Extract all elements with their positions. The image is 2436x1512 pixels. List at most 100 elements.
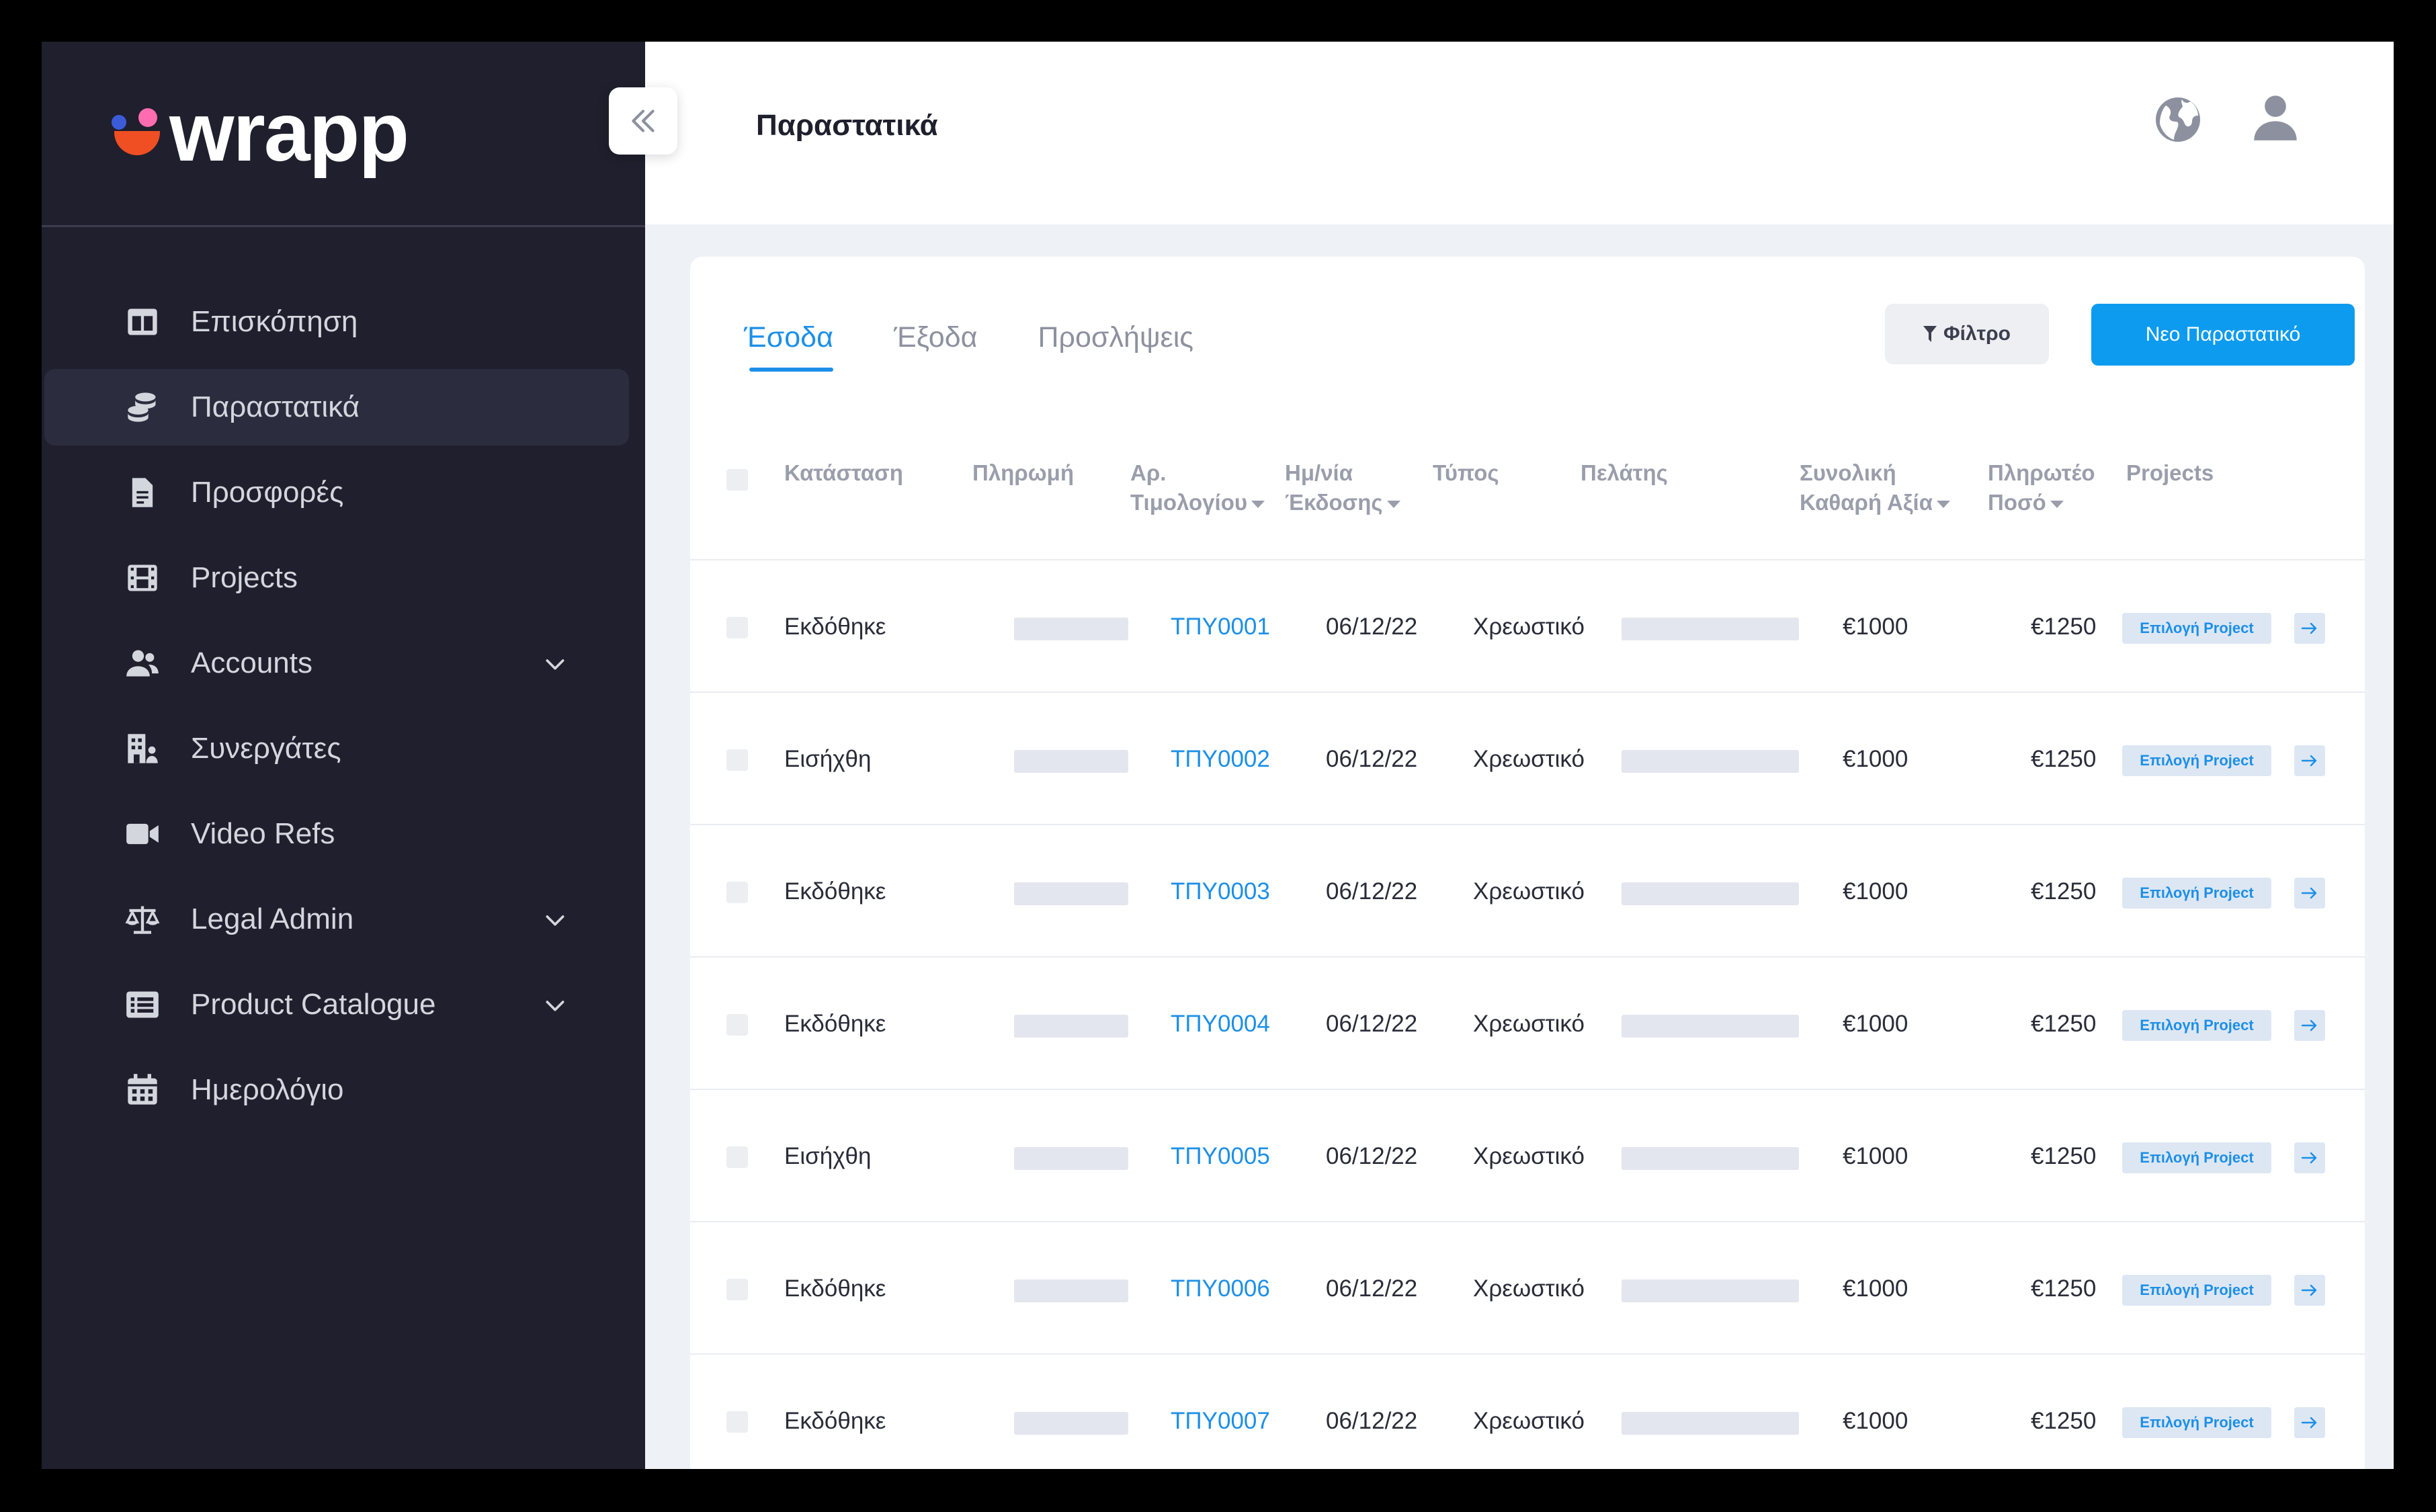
- row-checkbox[interactable]: [726, 1014, 748, 1036]
- sidebar-item-partners[interactable]: Συνεργάτες: [44, 710, 629, 787]
- header-client[interactable]: Πελάτης: [1581, 458, 1668, 488]
- filter-button[interactable]: Φίλτρο: [1885, 304, 2049, 364]
- chevron-down-icon[interactable]: [542, 907, 569, 933]
- payment-placeholder: [1014, 1279, 1128, 1302]
- caret-down-icon: [1386, 500, 1400, 508]
- wrapp-logo[interactable]: wrapp: [109, 89, 485, 176]
- row-status: Εκδόθηκε: [784, 614, 886, 640]
- sidebar-item-calendar[interactable]: Ημερολόγιο: [44, 1052, 629, 1128]
- payment-placeholder: [1014, 1147, 1128, 1170]
- layout-icon: [125, 304, 160, 339]
- sidebar-item-overview[interactable]: Επισκόπηση: [44, 284, 629, 360]
- client-placeholder: [1622, 1147, 1799, 1170]
- invoice-link[interactable]: ΤΠΥ0006: [1171, 1222, 1270, 1355]
- sidebar-item-documents[interactable]: Παραστατικά: [44, 369, 629, 446]
- sidebar-item-label: Ημερολόγιο: [191, 1073, 344, 1106]
- open-row-button[interactable]: [2294, 1142, 2325, 1173]
- row-type: Χρεωστικό: [1473, 1011, 1585, 1037]
- row-date: 06/12/22: [1326, 1275, 1418, 1302]
- table-row[interactable]: Εκδόθηκε ΤΠΥ0007 06/12/22 Χρεωστικό €100…: [690, 1355, 2365, 1469]
- document-icon: [125, 475, 160, 510]
- collapse-sidebar-button[interactable]: [609, 87, 677, 155]
- header-invoice-number[interactable]: Αρ. Τιμολογίου: [1130, 458, 1265, 517]
- select-project-button[interactable]: Επιλογή Project: [2122, 1142, 2271, 1173]
- client-placeholder: [1622, 618, 1799, 640]
- sidebar-item-accounts[interactable]: Accounts: [44, 625, 629, 702]
- select-all-checkbox[interactable]: [726, 469, 748, 491]
- sidebar-item-video-refs[interactable]: Video Refs: [44, 796, 629, 872]
- row-type: Χρεωστικό: [1473, 1408, 1585, 1434]
- invoice-link[interactable]: ΤΠΥ0001: [1171, 560, 1270, 693]
- row-net-total: €1000: [1843, 614, 1908, 640]
- row-checkbox[interactable]: [726, 1279, 748, 1300]
- sidebar-item-label: Παραστατικά: [191, 390, 360, 423]
- invoice-link[interactable]: ΤΠΥ0007: [1171, 1355, 1270, 1469]
- open-row-button[interactable]: [2294, 1010, 2325, 1041]
- chevron-down-icon[interactable]: [542, 992, 569, 1019]
- header-payable[interactable]: Πληρωτέο Ποσό: [1988, 458, 2095, 517]
- open-row-button[interactable]: [2294, 1275, 2325, 1306]
- row-date: 06/12/22: [1326, 878, 1418, 905]
- header-status[interactable]: Κατάσταση: [784, 458, 903, 488]
- header-payment[interactable]: Πληρωμή: [972, 458, 1074, 488]
- sidebar: wrapp Επισκόπηση Παραστατικά Προσφορές P…: [42, 42, 645, 1469]
- row-checkbox[interactable]: [726, 1411, 748, 1433]
- select-project-button[interactable]: Επιλογή Project: [2122, 613, 2271, 644]
- invoice-link[interactable]: ΤΠΥ0005: [1171, 1090, 1270, 1222]
- row-checkbox[interactable]: [726, 617, 748, 638]
- table-row[interactable]: Εισήχθη ΤΠΥ0005 06/12/22 Χρεωστικό €1000…: [690, 1090, 2365, 1222]
- select-project-button[interactable]: Επιλογή Project: [2122, 1275, 2271, 1306]
- row-status: Εκδόθηκε: [784, 878, 886, 905]
- sidebar-item-product-catalogue[interactable]: Product Catalogue: [44, 966, 629, 1043]
- sidebar-item-offers[interactable]: Προσφορές: [44, 454, 629, 531]
- open-row-button[interactable]: [2294, 613, 2325, 644]
- invoice-link[interactable]: ΤΠΥ0002: [1171, 693, 1270, 825]
- row-net-total: €1000: [1843, 1275, 1908, 1302]
- header-net-total[interactable]: Συνολική Καθαρή Αξία: [1800, 458, 1950, 517]
- row-checkbox[interactable]: [726, 882, 748, 903]
- invoice-link[interactable]: ΤΠΥ0004: [1171, 958, 1270, 1090]
- scale-icon: [125, 902, 160, 937]
- row-type: Χρεωστικό: [1473, 1275, 1585, 1302]
- new-document-button[interactable]: Νεο Παραστατικό: [2091, 304, 2355, 366]
- select-project-button[interactable]: Επιλογή Project: [2122, 878, 2271, 909]
- tab-hires[interactable]: Προσλήψεις: [1038, 317, 1193, 378]
- row-checkbox[interactable]: [726, 749, 748, 771]
- header-issue-date[interactable]: Ημ/νία Έκδοσης: [1285, 458, 1400, 517]
- header-type[interactable]: Τύπος: [1433, 458, 1499, 488]
- row-date: 06/12/22: [1326, 1143, 1418, 1169]
- header-projects[interactable]: Projects: [2126, 458, 2214, 488]
- open-row-button[interactable]: [2294, 745, 2325, 776]
- chevron-down-icon[interactable]: [542, 650, 569, 677]
- table-row[interactable]: Εκδόθηκε ΤΠΥ0006 06/12/22 Χρεωστικό €100…: [690, 1222, 2365, 1355]
- invoice-link[interactable]: ΤΠΥ0003: [1171, 825, 1270, 958]
- documents-card: Έσοδα Έξοδα Προσλήψεις Φίλτρο Νεο Παραστ…: [690, 257, 2365, 1469]
- select-project-button[interactable]: Επιλογή Project: [2122, 1407, 2271, 1438]
- select-project-button[interactable]: Επιλογή Project: [2122, 1010, 2271, 1041]
- tab-income[interactable]: Έσοδα: [744, 317, 833, 378]
- wrapp-logo-mark-icon: [109, 99, 163, 166]
- sidebar-divider: [42, 225, 645, 227]
- row-type: Χρεωστικό: [1473, 746, 1585, 772]
- client-placeholder: [1622, 750, 1799, 773]
- sidebar-item-legal-admin[interactable]: Legal Admin: [44, 881, 629, 958]
- select-project-button[interactable]: Επιλογή Project: [2122, 745, 2271, 776]
- payment-placeholder: [1014, 882, 1128, 905]
- tab-expenses[interactable]: Έξοδα: [894, 317, 978, 378]
- row-net-total: €1000: [1843, 1143, 1908, 1169]
- open-row-button[interactable]: [2294, 1407, 2325, 1438]
- row-checkbox[interactable]: [726, 1146, 748, 1168]
- row-net-total: €1000: [1843, 746, 1908, 772]
- caret-down-icon: [2050, 500, 2064, 508]
- double-chevron-left-icon: [632, 110, 655, 132]
- table-row[interactable]: Εκδόθηκε ΤΠΥ0003 06/12/22 Χρεωστικό €100…: [690, 825, 2365, 958]
- top-header: Παραστατικά: [645, 42, 2394, 224]
- open-row-button[interactable]: [2294, 878, 2325, 909]
- user-icon[interactable]: [2250, 91, 2301, 142]
- table-row[interactable]: Εκδόθηκε ΤΠΥ0004 06/12/22 Χρεωστικό €100…: [690, 958, 2365, 1090]
- table-row[interactable]: Εκδόθηκε ΤΠΥ0001 06/12/22 Χρεωστικό €100…: [690, 560, 2365, 693]
- table-row[interactable]: Εισήχθη ΤΠΥ0002 06/12/22 Χρεωστικό €1000…: [690, 693, 2365, 825]
- payment-placeholder: [1014, 750, 1128, 773]
- globe-icon[interactable]: [2154, 95, 2202, 144]
- sidebar-item-projects[interactable]: Projects: [44, 540, 629, 616]
